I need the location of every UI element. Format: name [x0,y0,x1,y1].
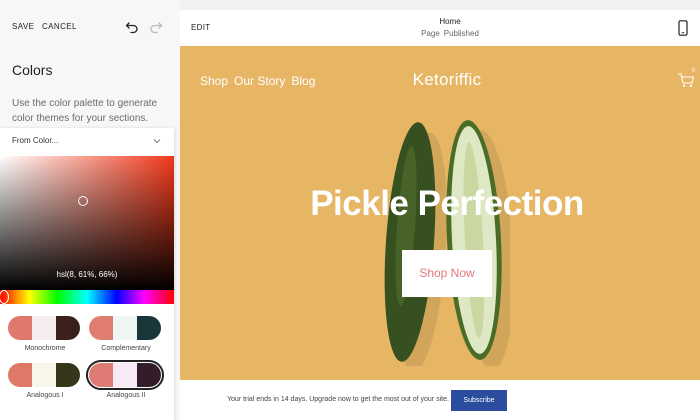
trial-banner: Your trial ends in 14 days. Upgrade now … [180,380,700,420]
color-chip [113,363,137,387]
color-chip [8,363,32,387]
color-chip [56,363,80,387]
page-status: Page Published [180,29,700,38]
color-chip [32,316,56,340]
color-chip [32,363,56,387]
pickles-image [384,120,510,366]
site-preview: Shop Our Story Blog Ketoriffic 0 Pickle Pe… [180,46,700,380]
page-title: Home [439,17,461,26]
palette-label: Complementary [101,345,151,352]
palette-options: Monochrome Complementary Analogous I Ana… [0,316,174,416]
shop-now-button[interactable]: Shop Now [402,250,492,297]
palette-analogous-2[interactable]: Analogous II [86,360,164,399]
color-chip [56,316,80,340]
undo-icon[interactable] [125,20,139,34]
palette-label: Monochrome [24,345,66,352]
dropdown-value: From Color... [12,136,59,145]
cancel-button[interactable]: CANCEL [42,22,77,31]
color-chip [113,316,137,340]
cart-count: 0 [692,68,696,74]
color-selector: hsl(8, 61%, 66%) Monochrome Complementar… [0,156,174,418]
palette-pill [86,360,164,390]
color-handle[interactable] [78,196,88,206]
color-chip [8,316,32,340]
save-button[interactable]: SAVE [12,22,34,31]
palette-complementary[interactable]: Complementary [89,316,163,352]
site-logo[interactable]: Ketoriffic [180,70,700,90]
hue-handle[interactable] [0,290,9,304]
mobile-icon[interactable] [678,20,688,36]
chevron-down-icon [153,139,161,144]
color-chip [89,316,113,340]
style-panel: SAVE CANCEL Colors Use the color palette… [0,0,180,420]
page-type-label: Page [421,29,440,38]
color-chip [89,363,113,387]
color-picker-popover: From Color... hsl(8, 61%, 66%) Monochrom… [0,128,174,420]
palette-label: Analogous II [106,392,146,399]
publish-status: Published [443,29,479,38]
palette-pill [8,316,80,340]
saturation-lightness-field[interactable]: hsl(8, 61%, 66%) [0,156,174,290]
color-chip [137,363,161,387]
cart-icon[interactable] [677,72,695,88]
subscribe-button[interactable]: Subscribe [451,390,507,411]
redo-icon[interactable] [149,20,163,34]
trial-message: Your trial ends in 14 days. Upgrade now … [227,396,449,403]
palette-pill [8,363,80,387]
palette-pill [89,316,161,340]
hsl-readout: hsl(8, 61%, 66%) [56,270,118,279]
palette-source-dropdown[interactable]: From Color... [0,128,174,154]
palette-label: Analogous I [26,392,64,399]
palette-monochrome[interactable]: Monochrome [8,316,82,352]
hero-title: Pickle Perfection [310,184,584,223]
color-chip [137,316,161,340]
preview-header: EDIT Home Page Published [180,10,700,46]
palette-analogous-1[interactable]: Analogous I [8,363,82,399]
hue-slider[interactable] [0,290,174,304]
colors-description: Use the color palette to generate color … [12,98,158,124]
colors-heading: Colors [12,62,53,78]
panel-toolbar: SAVE CANCEL [12,20,163,36]
